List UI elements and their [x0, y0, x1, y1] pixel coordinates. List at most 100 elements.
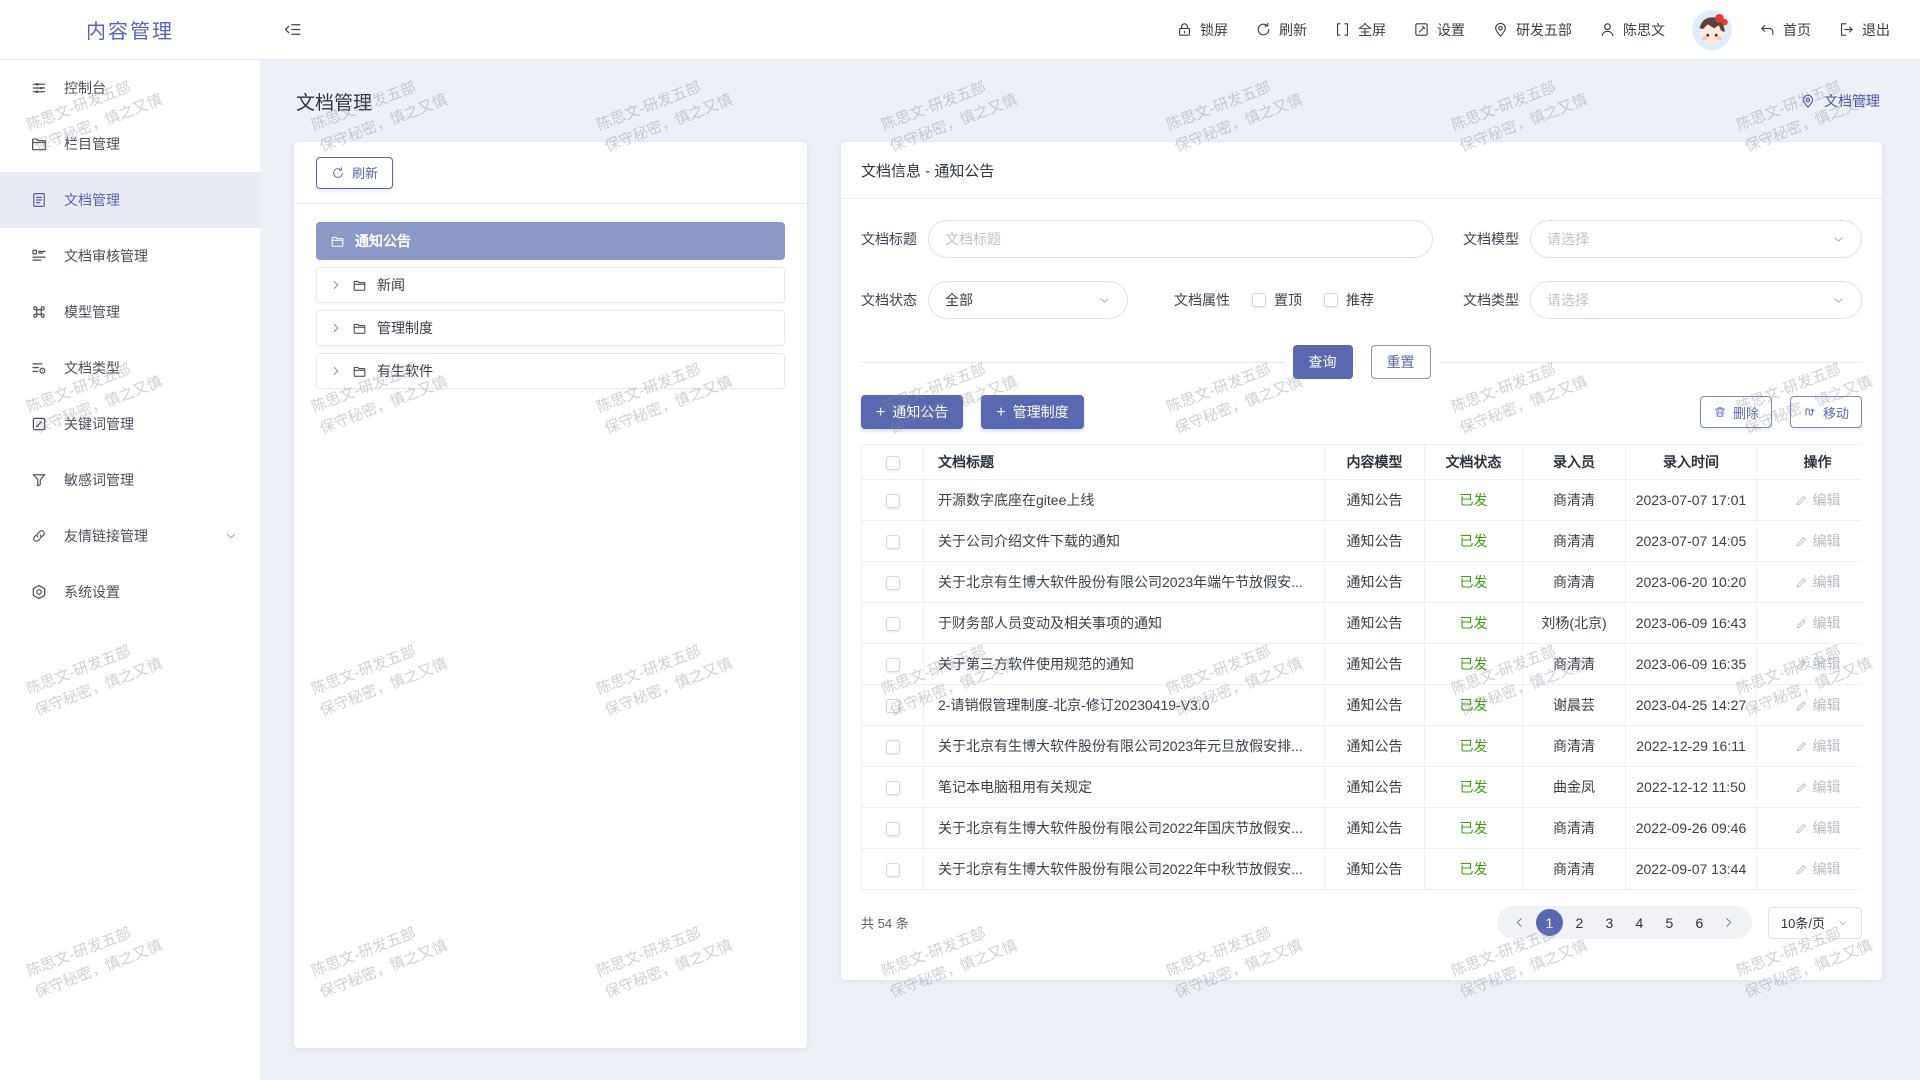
cell-doc-model: 通知公告: [1325, 644, 1425, 685]
cell-doc-title[interactable]: 开源数字底座在gitee上线: [924, 480, 1325, 521]
row-checkbox[interactable]: [886, 576, 900, 590]
page-button[interactable]: 4: [1626, 909, 1653, 936]
checkbox: [1252, 293, 1266, 307]
lock-screen-button[interactable]: 锁屏: [1176, 20, 1228, 40]
row-checkbox[interactable]: [886, 863, 900, 877]
sidebar-item-sensitive-words[interactable]: 敏感词管理: [0, 452, 260, 508]
cell-doc-time: 2023-06-09 16:43: [1626, 603, 1757, 644]
add-policy-button[interactable]: 管理制度: [981, 395, 1083, 429]
cell-doc-model: 通知公告: [1325, 480, 1425, 521]
add-notice-button[interactable]: 通知公告: [861, 395, 963, 429]
row-checkbox[interactable]: [886, 494, 900, 508]
attr-top-checkbox[interactable]: 置顶: [1252, 290, 1302, 310]
cell-doc-title[interactable]: 关于北京有生博大软件股份有限公司2022年中秋节放假安...: [924, 849, 1325, 890]
edit-button[interactable]: 编辑: [1795, 490, 1841, 510]
edit-button[interactable]: 编辑: [1795, 572, 1841, 592]
delete-button[interactable]: 删除: [1700, 396, 1772, 428]
doc-type-select[interactable]: 请选择: [1530, 281, 1862, 319]
checkbox: [1324, 293, 1338, 307]
col-title: 文档标题: [924, 445, 1325, 480]
edit-button[interactable]: 编辑: [1795, 613, 1841, 633]
table-row: 关于公司介绍文件下载的通知 通知公告 已发 商清清 2023-07-07 14:…: [862, 521, 1863, 562]
reset-button[interactable]: 重置: [1371, 345, 1431, 379]
sidebar-collapse-button[interactable]: [284, 20, 303, 39]
cell-doc-title[interactable]: 2-请销假管理制度-北京-修订20230419-V3.0: [924, 685, 1325, 726]
sidebar-item-keywords[interactable]: 关键词管理: [0, 396, 260, 452]
avatar[interactable]: [1692, 10, 1732, 50]
sidebar-item-doc-types[interactable]: 文档类型: [0, 340, 260, 396]
pencil-icon: [1795, 822, 1808, 835]
page-button[interactable]: 2: [1566, 909, 1593, 936]
cell-doc-title[interactable]: 关于公司介绍文件下载的通知: [924, 521, 1325, 562]
refresh-icon: [1255, 21, 1272, 38]
row-checkbox[interactable]: [886, 699, 900, 713]
cell-doc-time: 2023-06-09 16:35: [1626, 644, 1757, 685]
search-button[interactable]: 查询: [1293, 345, 1353, 379]
doc-title-input[interactable]: [945, 231, 1416, 247]
page-button[interactable]: 1: [1536, 909, 1563, 936]
home-back-icon: [1759, 21, 1776, 38]
cell-doc-operator: 商清清: [1523, 849, 1626, 890]
cell-doc-title[interactable]: 关于北京有生博大软件股份有限公司2023年元旦放假安排...: [924, 726, 1325, 767]
tree-refresh-button[interactable]: 刷新: [316, 157, 393, 189]
link-icon: [30, 527, 48, 545]
table-toolbar: 通知公告 管理制度 删除 移动: [841, 382, 1882, 429]
sidebar-item-models[interactable]: 模型管理: [0, 284, 260, 340]
row-checkbox[interactable]: [886, 658, 900, 672]
cell-doc-title[interactable]: 于财务部人员变动及相关事项的通知: [924, 603, 1325, 644]
sidebar-item-columns[interactable]: 栏目管理: [0, 116, 260, 172]
sidebar-item-links[interactable]: 友情链接管理: [0, 508, 260, 564]
select-all-checkbox[interactable]: [886, 456, 900, 470]
current-user[interactable]: 陈思文: [1599, 20, 1665, 40]
breadcrumb[interactable]: 文档管理: [1800, 91, 1880, 111]
page-size-select[interactable]: 10条/页: [1768, 907, 1862, 939]
cell-doc-model: 通知公告: [1325, 849, 1425, 890]
edit-button[interactable]: 编辑: [1795, 736, 1841, 756]
row-checkbox[interactable]: [886, 617, 900, 631]
refresh-button[interactable]: 刷新: [1255, 20, 1307, 40]
department-indicator[interactable]: 研发五部: [1492, 20, 1572, 40]
prev-page-button[interactable]: [1507, 910, 1533, 936]
page-button[interactable]: 6: [1686, 909, 1713, 936]
row-checkbox[interactable]: [886, 822, 900, 836]
tree-item-news[interactable]: 新闻: [316, 267, 785, 303]
tree-item-notice[interactable]: 通知公告: [316, 222, 785, 260]
edit-button[interactable]: 编辑: [1795, 654, 1841, 674]
home-button[interactable]: 首页: [1759, 20, 1811, 40]
col-status: 文档状态: [1425, 445, 1523, 480]
move-button[interactable]: 移动: [1790, 396, 1862, 428]
sidebar-item-console[interactable]: 控制台: [0, 60, 260, 116]
fullscreen-button[interactable]: 全屏: [1334, 20, 1386, 40]
cell-doc-operator: 商清清: [1523, 808, 1626, 849]
settings-button[interactable]: 设置: [1413, 20, 1465, 40]
tree-item-software[interactable]: 有生软件: [316, 353, 785, 389]
cell-doc-title[interactable]: 关于第三方软件使用规范的通知: [924, 644, 1325, 685]
table-row: 2-请销假管理制度-北京-修订20230419-V3.0 通知公告 已发 谢晨芸…: [862, 685, 1863, 726]
cell-doc-title[interactable]: 关于北京有生博大软件股份有限公司2023年端午节放假安...: [924, 562, 1325, 603]
sidebar-item-documents[interactable]: 文档管理: [0, 172, 260, 228]
sidebar-item-system-settings[interactable]: 系统设置: [0, 564, 260, 620]
cell-doc-title[interactable]: 关于北京有生博大软件股份有限公司2022年国庆节放假安...: [924, 808, 1325, 849]
refresh-icon: [331, 166, 345, 180]
attr-recommend-checkbox[interactable]: 推荐: [1324, 290, 1374, 310]
edit-button[interactable]: 编辑: [1795, 818, 1841, 838]
tree-item-policy[interactable]: 管理制度: [316, 310, 785, 346]
page-button[interactable]: 5: [1656, 909, 1683, 936]
next-page-button[interactable]: [1716, 910, 1742, 936]
sidebar-item-doc-review[interactable]: 文档审核管理: [0, 228, 260, 284]
row-checkbox[interactable]: [886, 535, 900, 549]
user-icon: [1599, 21, 1616, 38]
edit-button[interactable]: 编辑: [1795, 531, 1841, 551]
page-title: 文档管理: [296, 88, 372, 115]
doc-status-select[interactable]: 全部: [928, 281, 1128, 319]
page-button[interactable]: 3: [1596, 909, 1623, 936]
edit-button[interactable]: 编辑: [1795, 777, 1841, 797]
doc-model-select[interactable]: 请选择: [1530, 220, 1862, 258]
row-checkbox[interactable]: [886, 781, 900, 795]
edit-button[interactable]: 编辑: [1795, 695, 1841, 715]
logout-button[interactable]: 退出: [1838, 20, 1890, 40]
gear-icon: [30, 583, 48, 601]
edit-button[interactable]: 编辑: [1795, 859, 1841, 879]
row-checkbox[interactable]: [886, 740, 900, 754]
cell-doc-title[interactable]: 笔记本电脑租用有关规定: [924, 767, 1325, 808]
